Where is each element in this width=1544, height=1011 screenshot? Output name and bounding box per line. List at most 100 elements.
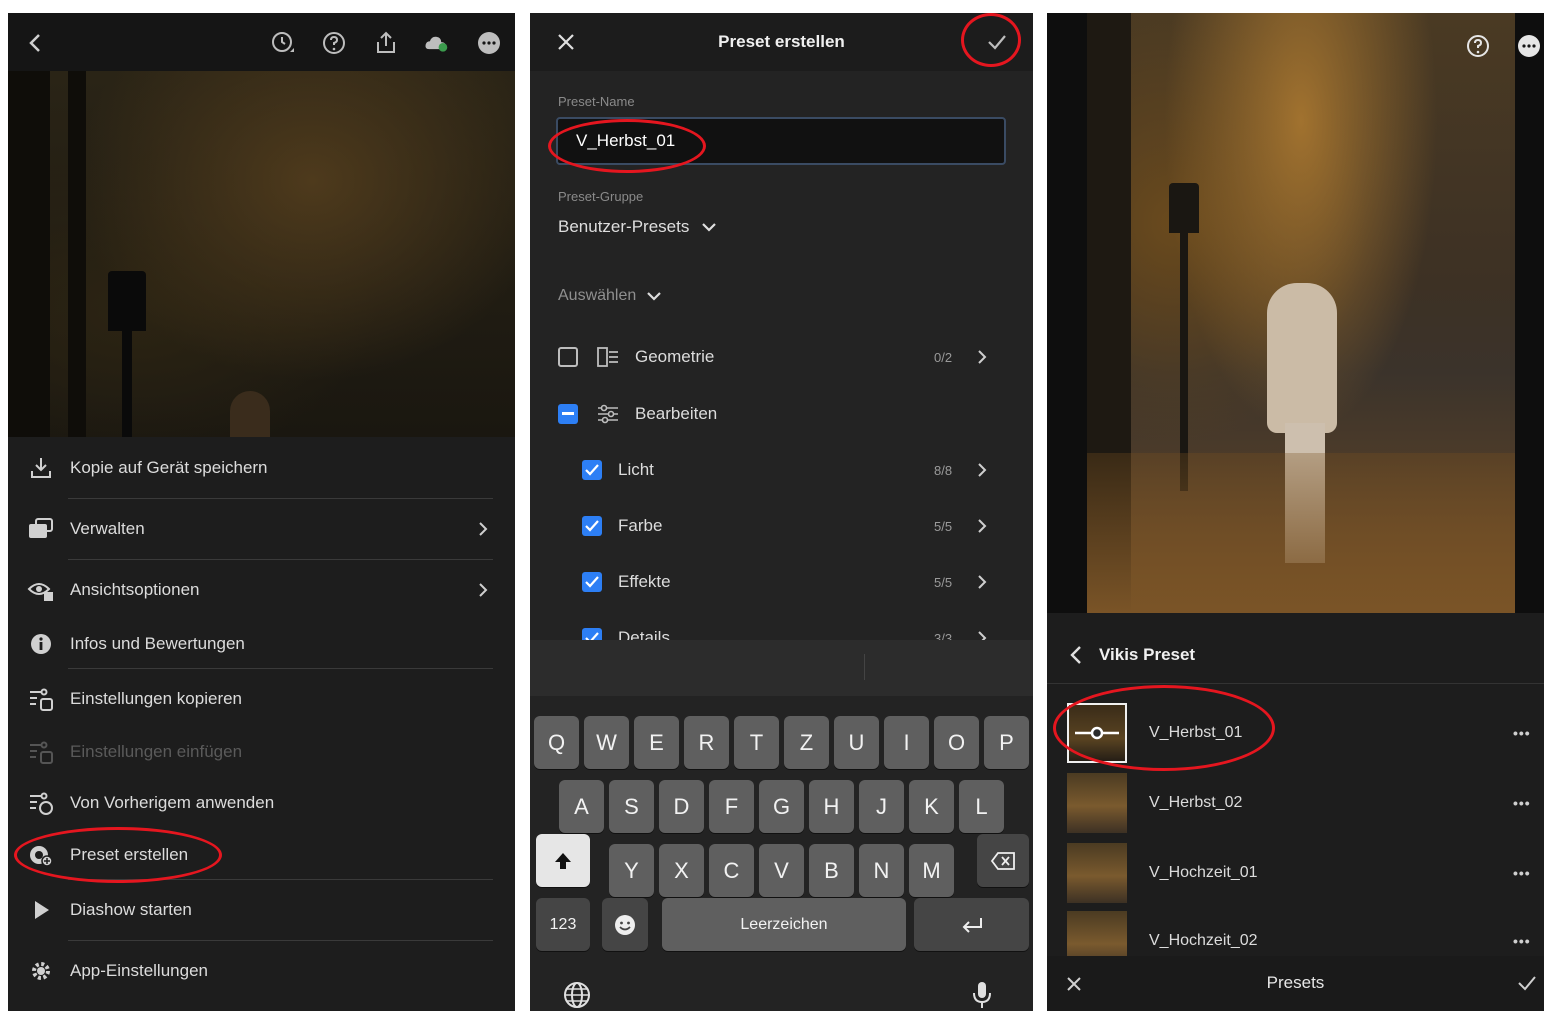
key-k[interactable]: K: [909, 780, 954, 833]
paste-settings-icon: [26, 739, 56, 765]
key-d[interactable]: D: [659, 780, 704, 833]
confirm-check-icon[interactable]: [1517, 974, 1537, 992]
preset-item[interactable]: V_Hochzeit_01 •••: [1047, 839, 1544, 907]
menu-manage[interactable]: Verwalten: [8, 499, 515, 559]
shift-key[interactable]: [536, 834, 590, 887]
chevron-right-icon: [477, 521, 489, 537]
numbers-key[interactable]: 123: [536, 898, 590, 951]
backspace-key[interactable]: [977, 834, 1029, 887]
key-z[interactable]: Z: [784, 716, 829, 769]
option-light[interactable]: Licht 8/8: [530, 450, 1033, 490]
key-u[interactable]: U: [834, 716, 879, 769]
key-o[interactable]: O: [934, 716, 979, 769]
chevron-right-icon[interactable]: [976, 349, 988, 365]
key-j[interactable]: J: [859, 780, 904, 833]
preset-name-input[interactable]: V_Herbst_01: [556, 117, 1006, 165]
key-n[interactable]: N: [859, 844, 904, 897]
dialog-title: Preset erstellen: [718, 32, 845, 51]
key-v[interactable]: V: [759, 844, 804, 897]
option-geometry[interactable]: Geometrie 0/2: [530, 337, 1033, 377]
preset-group-select[interactable]: Benutzer-Presets: [558, 217, 717, 237]
photo-margin: [1515, 13, 1544, 613]
manage-icon: [26, 516, 56, 542]
option-color[interactable]: Farbe 5/5: [530, 506, 1033, 546]
menu-apply-previous[interactable]: Von Vorherigem anwenden: [8, 775, 515, 831]
share-icon[interactable]: [373, 30, 399, 56]
menu-save-copy[interactable]: Kopie auf Gerät speichern: [8, 438, 515, 498]
checkbox-indeterminate[interactable]: [558, 404, 578, 424]
checkbox-checked[interactable]: [582, 572, 602, 592]
photo-preview: [1087, 13, 1515, 613]
help-icon[interactable]: [1465, 33, 1491, 59]
key-c[interactable]: C: [709, 844, 754, 897]
menu-label: App-Einstellungen: [70, 961, 208, 980]
menu-label: Einstellungen kopieren: [70, 689, 243, 708]
option-label: Effekte: [618, 572, 671, 591]
menu-app-settings[interactable]: App-Einstellungen: [8, 941, 515, 1001]
key-x[interactable]: X: [659, 844, 704, 897]
more-icon[interactable]: [1516, 33, 1542, 59]
menu-info[interactable]: Infos und Bewertungen: [8, 620, 515, 668]
menu-create-preset[interactable]: Preset erstellen: [8, 831, 515, 879]
select-dropdown[interactable]: Auswählen: [558, 287, 662, 305]
checkbox-checked[interactable]: [582, 460, 602, 480]
menu-copy-settings[interactable]: Einstellungen kopieren: [8, 669, 515, 729]
back-chevron-icon[interactable]: [1069, 645, 1083, 665]
emoji-key[interactable]: [602, 898, 648, 951]
microphone-icon[interactable]: [970, 980, 994, 1010]
menu-slideshow[interactable]: Diashow starten: [8, 880, 515, 940]
key-p[interactable]: P: [984, 716, 1029, 769]
key-g[interactable]: G: [759, 780, 804, 833]
key-w[interactable]: W: [584, 716, 629, 769]
menu-paste-settings: Einstellungen einfügen: [8, 729, 515, 775]
chevron-right-icon[interactable]: [976, 462, 988, 478]
onscreen-keyboard: QWERTZUIOP ASDFGHJKL YXCVBNM 123 Leerzeich…: [530, 640, 1033, 1011]
return-key[interactable]: [914, 898, 1029, 951]
menu-label: Kopie auf Gerät speichern: [70, 458, 268, 477]
preset-item[interactable]: V_Herbst_02 •••: [1047, 769, 1544, 837]
key-f[interactable]: F: [709, 780, 754, 833]
cloud-sync-icon[interactable]: [423, 30, 449, 56]
help-icon[interactable]: [321, 30, 347, 56]
option-effects[interactable]: Effekte 5/5: [530, 562, 1033, 602]
view-options-icon: [26, 577, 56, 603]
option-label: Licht: [618, 460, 654, 479]
menu-view-options[interactable]: Ansichtsoptionen: [8, 560, 515, 620]
preset-name: V_Herbst_02: [1149, 794, 1243, 811]
more-options-icon[interactable]: •••: [1513, 795, 1531, 811]
preset-item[interactable]: V_Herbst_01 •••: [1047, 699, 1544, 767]
chevron-right-icon[interactable]: [976, 574, 988, 590]
chevron-right-icon[interactable]: [976, 518, 988, 534]
back-chevron-icon[interactable]: [24, 31, 48, 55]
create-preset-icon: [26, 842, 56, 868]
key-y[interactable]: Y: [609, 844, 654, 897]
history-icon[interactable]: [270, 30, 296, 56]
key-r[interactable]: R: [684, 716, 729, 769]
preset-group-header[interactable]: Vikis Preset: [1047, 627, 1544, 683]
key-a[interactable]: A: [559, 780, 604, 833]
checkbox-unchecked[interactable]: [558, 347, 578, 367]
key-e[interactable]: E: [634, 716, 679, 769]
menu-label: Von Vorherigem anwenden: [70, 793, 275, 812]
key-m[interactable]: M: [909, 844, 954, 897]
key-l[interactable]: L: [959, 780, 1004, 833]
dialog-header: Preset erstellen: [530, 13, 1033, 71]
key-t[interactable]: T: [734, 716, 779, 769]
option-label: Geometrie: [635, 347, 715, 366]
more-options-icon[interactable]: •••: [1513, 725, 1531, 741]
space-key[interactable]: Leerzeichen: [662, 898, 906, 951]
checkbox-checked[interactable]: [582, 516, 602, 536]
more-icon[interactable]: [476, 30, 502, 56]
more-options-icon[interactable]: •••: [1513, 865, 1531, 881]
option-edit[interactable]: Bearbeiten: [530, 394, 1033, 434]
key-s[interactable]: S: [609, 780, 654, 833]
more-options-icon[interactable]: •••: [1513, 933, 1531, 949]
key-h[interactable]: H: [809, 780, 854, 833]
info-icon: [26, 631, 56, 657]
photo-margin: [1047, 13, 1087, 613]
key-i[interactable]: I: [884, 716, 929, 769]
globe-icon[interactable]: [562, 980, 592, 1010]
confirm-check-icon[interactable]: [986, 32, 1008, 52]
key-b[interactable]: B: [809, 844, 854, 897]
key-q[interactable]: Q: [534, 716, 579, 769]
